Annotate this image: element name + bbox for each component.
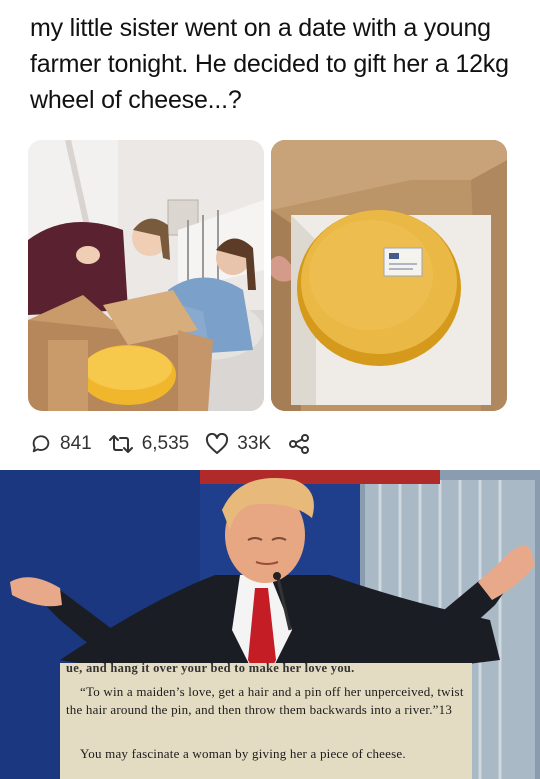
photo-cheese-wheel-box[interactable] xyxy=(271,140,507,411)
clipping-ending: You may fascinate a woman by giving her … xyxy=(66,745,470,763)
reply-button[interactable]: 841 xyxy=(30,433,92,455)
like-button[interactable]: 33K xyxy=(205,433,271,455)
retweet-icon xyxy=(108,435,133,453)
book-clipping: ue, and hang it over your bed to make he… xyxy=(60,663,472,779)
clipping-top-line: ue, and hang it over your bed to make he… xyxy=(66,663,355,675)
share-icon xyxy=(289,434,310,454)
reply-count: 841 xyxy=(60,433,92,454)
share-button[interactable] xyxy=(287,433,319,455)
clipping-quote: “To win a maiden’s love, get a hair and … xyxy=(66,683,470,719)
photo-girls-with-cheese[interactable] xyxy=(28,140,264,411)
girls-with-cheese-illustration xyxy=(28,140,264,411)
tweet-action-bar: 841 6,535 33K xyxy=(30,428,335,460)
retweet-count: 6,535 xyxy=(141,433,190,454)
like-count: 33K xyxy=(237,433,272,454)
reply-icon xyxy=(32,435,50,453)
cheese-wheel-illustration xyxy=(271,140,507,411)
clipping-quote-text: “To win a maiden’s love, get a hair and … xyxy=(66,684,464,717)
clipping-ending-text: You may fascinate a woman by giving her … xyxy=(80,746,406,761)
tweet-text: my little sister went on a date with a y… xyxy=(30,14,509,114)
retweet-button[interactable]: 6,535 xyxy=(108,433,190,455)
heart-icon xyxy=(206,433,229,454)
